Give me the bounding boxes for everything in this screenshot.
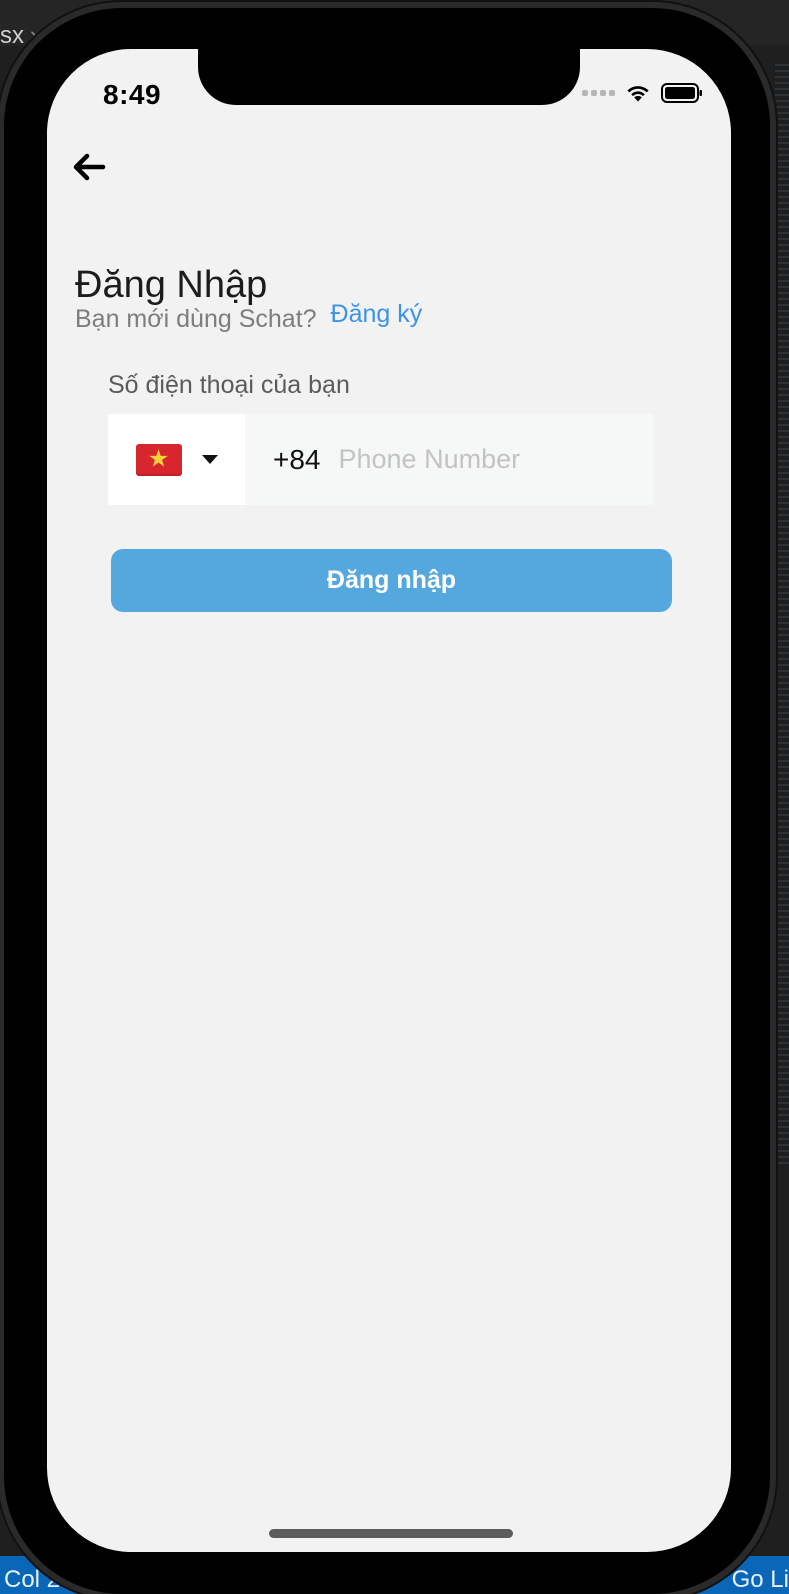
status-icons: [582, 83, 703, 103]
dial-code: +84: [273, 443, 321, 475]
wifi-icon: [627, 86, 649, 102]
country-picker[interactable]: ★: [108, 414, 245, 505]
arrow-left-icon: [73, 153, 106, 181]
phone-field: +84: [245, 414, 654, 505]
status-time: 8:49: [103, 79, 162, 110]
signup-prompt-row: Bạn mới dùng Schat? Đăng ký: [75, 300, 422, 334]
phone-number-input[interactable]: [338, 444, 629, 475]
go-live-button[interactable]: Go Li: [732, 1566, 789, 1594]
signup-link[interactable]: Đăng ký: [331, 300, 423, 329]
signal-icon: [582, 90, 615, 96]
app-screen: 8:49 Đăng Nhập Bạn mới dùng Schat? Đăng …: [47, 49, 731, 1552]
iphone-simulator-frame: 8:49 Đăng Nhập Bạn mới dùng Schat? Đăng …: [4, 8, 770, 1594]
vietnam-flag-icon: ★: [135, 443, 182, 476]
device-notch: [198, 49, 580, 105]
editor-minimap[interactable]: [775, 64, 789, 1164]
signup-prompt-text: Bạn mới dùng Schat?: [75, 305, 317, 333]
back-button[interactable]: [69, 147, 109, 187]
battery-icon: [661, 83, 702, 103]
login-button[interactable]: Đăng nhập: [111, 549, 672, 612]
phone-input-row: ★ +84: [108, 414, 654, 505]
editor-tab-label[interactable]: sx: [0, 24, 24, 48]
page-title: Đăng Nhập: [75, 264, 268, 307]
caret-down-icon: [201, 455, 218, 464]
home-indicator[interactable]: [269, 1529, 513, 1538]
phone-label: Số điện thoại của bạn: [108, 371, 350, 399]
